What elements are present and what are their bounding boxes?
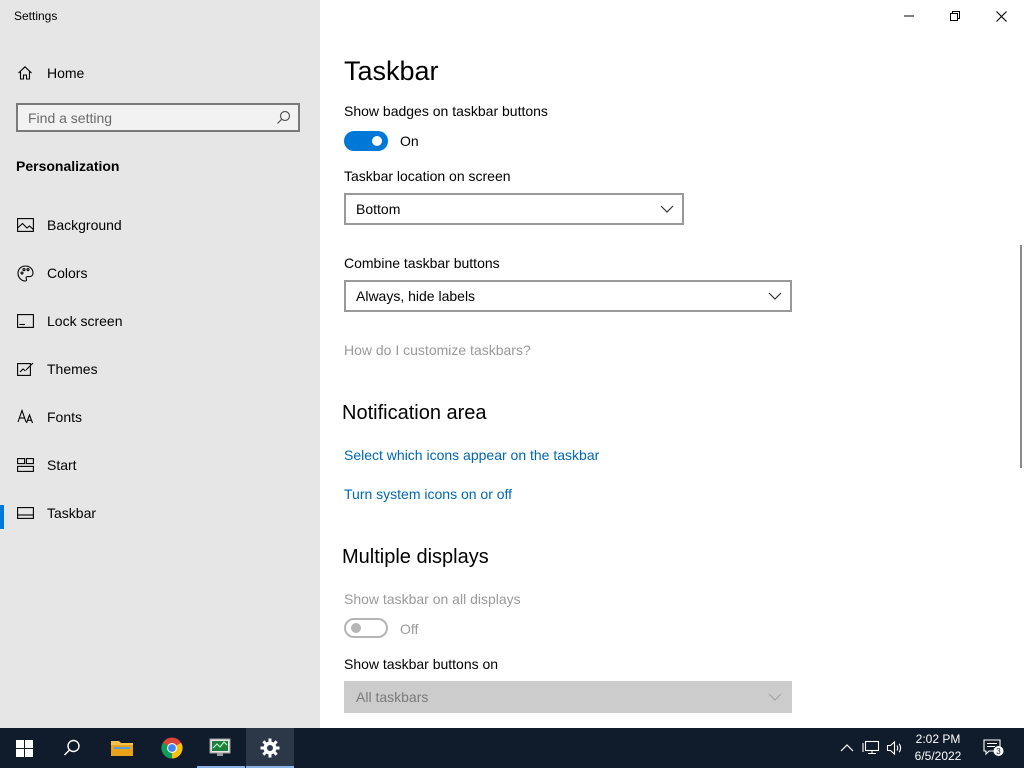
chevron-up-icon[interactable] <box>838 739 856 757</box>
clock-time: 2:02 PM <box>915 732 961 746</box>
combine-dropdown-value: Always, hide labels <box>356 288 476 304</box>
combine-label: Combine taskbar buttons <box>344 255 500 271</box>
location-dropdown[interactable]: Bottom <box>344 193 684 225</box>
sidebar: Settings Home Personalization <box>0 0 320 728</box>
fonts-icon <box>16 408 34 426</box>
toggle-knob <box>372 136 382 146</box>
toggle-knob <box>351 623 361 633</box>
start-icon <box>16 456 34 474</box>
chevron-down-icon <box>768 292 782 300</box>
search-icon[interactable] <box>276 110 291 125</box>
sidebar-item-label: Start <box>47 457 77 473</box>
scrollbar[interactable] <box>1020 245 1022 468</box>
badges-label: Show badges on taskbar buttons <box>344 103 548 119</box>
show-all-displays-label: Show taskbar on all displays <box>344 591 521 607</box>
sidebar-item-label: Home <box>47 65 85 81</box>
combine-dropdown[interactable]: Always, hide labels <box>344 280 792 312</box>
sidebar-item-lock-screen[interactable]: Lock screen <box>0 305 320 353</box>
themes-icon <box>16 360 34 378</box>
sidebar-item-label: Fonts <box>47 409 83 425</box>
badges-toggle-state: On <box>400 133 419 149</box>
folder-icon <box>111 741 133 756</box>
network-icon[interactable] <box>862 739 880 757</box>
gear-icon <box>260 738 280 758</box>
buttons-on-dropdown-value: All taskbars <box>356 689 429 705</box>
select-icons-link[interactable]: Select which icons appear on the taskbar <box>344 447 599 463</box>
chevron-down-icon <box>660 205 674 213</box>
task-manager-button[interactable] <box>197 728 245 768</box>
image-icon <box>16 216 34 234</box>
minimize-button[interactable] <box>886 0 932 32</box>
section-heading: Personalization <box>16 158 120 174</box>
notification-area-heading: Notification area <box>342 402 487 424</box>
help-link[interactable]: How do I customize taskbars? <box>344 342 531 358</box>
page-title: Taskbar <box>344 56 439 86</box>
search-box[interactable] <box>16 103 300 132</box>
home-icon <box>16 64 34 82</box>
windows-taskbar: 2:02 PM 6/5/2022 3 <box>0 728 1024 768</box>
buttons-on-label: Show taskbar buttons on <box>344 656 499 672</box>
app-title: Settings <box>14 9 58 23</box>
restore-button[interactable] <box>932 0 978 32</box>
window-controls <box>886 0 1024 32</box>
lock-screen-icon <box>16 312 34 330</box>
sidebar-item-fonts[interactable]: Fonts <box>0 401 320 449</box>
show-all-displays-state: Off <box>400 621 419 637</box>
notification-center-icon[interactable]: 3 <box>983 739 1005 757</box>
close-icon <box>995 10 1007 22</box>
sidebar-item-label: Taskbar <box>47 505 97 521</box>
start-button[interactable] <box>0 728 48 768</box>
restore-icon <box>950 11 960 21</box>
chevron-down-icon <box>768 693 782 701</box>
taskbar-search-button[interactable] <box>48 728 96 768</box>
system-icons-link[interactable]: Turn system icons on or off <box>344 486 512 502</box>
multiple-displays-heading: Multiple displays <box>342 546 489 568</box>
chrome-button[interactable] <box>148 728 196 768</box>
buttons-on-dropdown[interactable]: All taskbars <box>344 681 792 713</box>
sidebar-item-background[interactable]: Background <box>0 209 320 257</box>
taskbar-clock[interactable]: 2:02 PM 6/5/2022 <box>906 731 970 765</box>
file-explorer-button[interactable] <box>98 728 146 768</box>
search-input[interactable] <box>18 105 278 130</box>
taskbar-icon <box>16 504 34 522</box>
sidebar-item-label: Background <box>47 217 122 233</box>
minimize-icon <box>904 15 914 17</box>
sidebar-item-label: Lock screen <box>47 313 123 329</box>
main-content: Taskbar Show badges on taskbar buttons O… <box>320 0 1024 728</box>
sidebar-item-taskbar[interactable]: Taskbar <box>0 497 320 545</box>
settings-taskbar-button[interactable] <box>246 728 294 768</box>
palette-icon <box>16 264 34 282</box>
search-icon <box>64 739 80 756</box>
sidebar-item-label: Colors <box>47 265 88 281</box>
sidebar-item-colors[interactable]: Colors <box>0 257 320 305</box>
sidebar-item-home[interactable]: Home <box>0 57 320 89</box>
volume-icon[interactable] <box>886 739 904 757</box>
settings-window: Settings Home Personalization <box>0 0 1024 728</box>
sidebar-item-label: Themes <box>47 361 98 377</box>
location-dropdown-value: Bottom <box>356 201 401 217</box>
clock-date: 6/5/2022 <box>914 749 962 763</box>
show-all-displays-toggle[interactable] <box>344 618 388 638</box>
sidebar-nav: Background Colors Lock screen Themes Fon… <box>0 209 320 545</box>
sidebar-item-themes[interactable]: Themes <box>0 353 320 401</box>
close-button[interactable] <box>978 0 1024 32</box>
sidebar-item-start[interactable]: Start <box>0 449 320 497</box>
location-label: Taskbar location on screen <box>344 168 511 184</box>
badges-toggle[interactable] <box>344 131 388 151</box>
monitor-app-icon <box>209 738 231 756</box>
chrome-icon <box>161 737 183 759</box>
windows-logo-icon <box>15 739 33 757</box>
notification-count: 3 <box>996 747 1001 756</box>
